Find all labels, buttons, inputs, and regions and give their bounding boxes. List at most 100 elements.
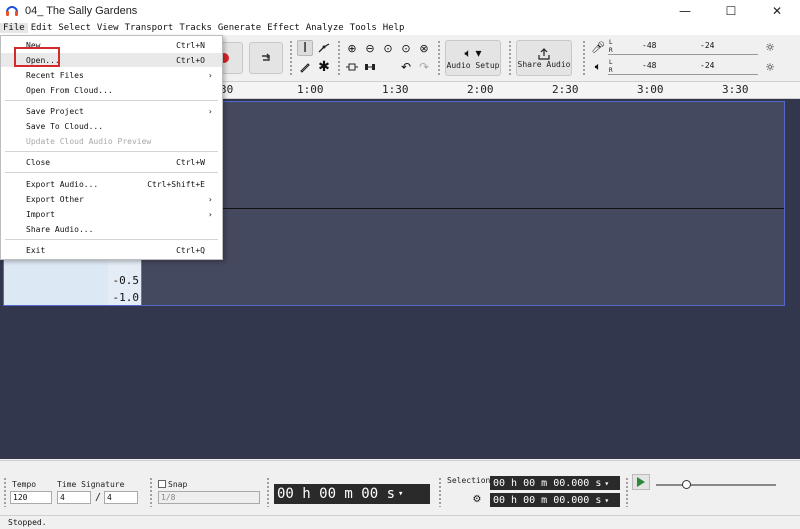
menu-item-shortcut: Ctrl+W: [176, 157, 205, 167]
playback-meter-button[interactable]: 🔈︎: [590, 59, 606, 75]
menu-item-export-other[interactable]: Export Other ›: [1, 192, 222, 206]
selection-start-value: 00 h 00 m 00.000 s: [493, 477, 602, 489]
maximize-button[interactable]: ☐: [708, 0, 754, 21]
toolbar-grip[interactable]: [582, 40, 586, 76]
menu-transport[interactable]: Transport: [122, 23, 177, 33]
multi-tool-button[interactable]: ✱: [316, 59, 332, 75]
toolbar-grip[interactable]: [437, 40, 441, 76]
toolbar-grip[interactable]: [266, 477, 270, 507]
fit-selection-icon: ⊙: [383, 41, 393, 55]
record-meter[interactable]: L R -48 -24: [608, 39, 758, 55]
menu-tracks[interactable]: Tracks: [176, 23, 215, 33]
speaker-meter-icon: 🔈︎: [594, 60, 602, 73]
silence-button[interactable]: [362, 59, 378, 75]
snap-select[interactable]: 1/8: [158, 491, 260, 504]
knob-icon: ☼: [765, 60, 775, 74]
scale-label: -1.0: [112, 291, 140, 304]
menu-tools[interactable]: Tools: [347, 23, 380, 33]
toolbar-grip[interactable]: [289, 40, 293, 76]
meter-r-label: R: [609, 47, 613, 54]
time-signature-denominator[interactable]: 4: [104, 491, 138, 504]
menu-item-export-audio[interactable]: Export Audio... Ctrl+Shift+E: [1, 177, 222, 191]
ruler-tick: 3:30: [722, 83, 749, 96]
record-volume-knob[interactable]: ☼: [762, 39, 778, 55]
menu-item-exit[interactable]: Exit Ctrl+Q: [1, 243, 222, 257]
time-signature-numerator[interactable]: 4: [57, 491, 91, 504]
redo-button[interactable]: ↷: [416, 59, 432, 75]
fit-selection-button[interactable]: ⊙: [380, 40, 396, 56]
menu-item-label: Share Audio...: [26, 224, 94, 234]
zoom-out-button[interactable]: ⊖: [362, 40, 378, 56]
toolbar-grip[interactable]: [508, 40, 512, 76]
microphone-icon: 🎤︎: [591, 40, 605, 54]
time-signature-slash: /: [95, 492, 102, 503]
menu-item-import[interactable]: Import ›: [1, 207, 222, 221]
menu-item-label: Import: [26, 209, 55, 219]
menu-item-label: Save To Cloud...: [26, 121, 104, 131]
submenu-arrow-icon: ›: [208, 106, 212, 116]
menu-view[interactable]: View: [94, 23, 122, 33]
close-button[interactable]: ✕: [754, 0, 800, 21]
menu-item-close[interactable]: Close Ctrl+W: [1, 155, 222, 169]
fit-project-icon: ⊙: [401, 41, 411, 55]
menu-edit[interactable]: Edit: [28, 23, 56, 33]
zoom-in-icon: ⊕: [347, 41, 357, 55]
toolbar-grip[interactable]: [337, 40, 341, 76]
playback-volume-knob[interactable]: ☼: [762, 59, 778, 75]
close-icon: ✕: [771, 3, 783, 18]
menu-help[interactable]: Help: [380, 23, 408, 33]
share-audio-button[interactable]: Share Audio: [516, 40, 572, 76]
meter-l-label: L: [609, 59, 613, 66]
menu-item-save-project[interactable]: Save Project ›: [1, 104, 222, 118]
waveform-area[interactable]: [142, 102, 784, 305]
audio-setup-button[interactable]: 🔈︎ ▾ Audio Setup: [445, 40, 501, 76]
undo-button[interactable]: ↶: [398, 59, 414, 75]
playback-speed-slider[interactable]: [656, 480, 776, 489]
zoom-toggle-button[interactable]: ⊗: [416, 40, 432, 56]
trim-button[interactable]: [344, 59, 360, 75]
status-bar: Stopped.: [0, 515, 800, 529]
menu-item-recent-files[interactable]: Recent Files ›: [1, 68, 222, 82]
selection-start-time[interactable]: 00 h 00 m 00.000 s ▾: [490, 476, 620, 490]
toolbar-grip[interactable]: [625, 477, 629, 507]
toolbar-grip[interactable]: [3, 477, 7, 507]
menu-analyze[interactable]: Analyze: [303, 23, 347, 33]
fit-project-button[interactable]: ⊙: [398, 40, 414, 56]
play-at-speed-button[interactable]: [632, 474, 650, 490]
record-meter-button[interactable]: 🎤︎: [590, 39, 606, 55]
window-title: 04_ The Sally Gardens: [25, 4, 138, 17]
menu-separator: [5, 100, 218, 101]
slider-thumb[interactable]: [682, 480, 691, 489]
scale-label: -0.5: [112, 274, 140, 287]
draw-tool-button[interactable]: [297, 59, 313, 75]
menu-file[interactable]: File: [0, 23, 28, 33]
menu-item-shortcut: Ctrl+N: [176, 40, 205, 50]
toolbar-grip[interactable]: [438, 477, 442, 507]
toolbar-grip[interactable]: [149, 477, 153, 507]
menu-generate[interactable]: Generate: [215, 23, 264, 33]
loop-button[interactable]: [249, 42, 283, 74]
minimize-button[interactable]: —: [662, 0, 708, 21]
ruler-tick: 3:00: [637, 83, 664, 96]
menu-item-save-to-cloud[interactable]: Save To Cloud...: [1, 119, 222, 133]
selection-end-time[interactable]: 00 h 00 m 00.000 s ▾: [490, 493, 620, 507]
menu-item-label: Exit: [26, 245, 46, 255]
tempo-label: Tempo: [12, 480, 37, 489]
meter-tick-24: -24: [700, 61, 715, 70]
time-display[interactable]: 00 h 00 m 00 s ▾: [274, 484, 430, 504]
snap-checkbox[interactable]: [158, 480, 166, 488]
selection-tool-button[interactable]: I: [297, 40, 313, 56]
menu-effect[interactable]: Effect: [264, 23, 303, 33]
menu-select[interactable]: Select: [55, 23, 94, 33]
playback-meter[interactable]: L R -48 -24: [608, 59, 758, 75]
zoom-in-button[interactable]: ⊕: [344, 40, 360, 56]
selection-settings-button[interactable]: ⚙: [470, 492, 484, 506]
menu-item-share-audio[interactable]: Share Audio...: [1, 222, 222, 236]
envelope-tool-button[interactable]: [316, 40, 332, 56]
share-icon: [538, 47, 550, 60]
menu-item-label: Open From Cloud...: [26, 85, 113, 95]
knob-icon: ☼: [765, 40, 775, 54]
menu-item-open-from-cloud[interactable]: Open From Cloud...: [1, 83, 222, 97]
tempo-input[interactable]: 120: [10, 491, 52, 504]
i-beam-icon: I: [303, 40, 307, 56]
